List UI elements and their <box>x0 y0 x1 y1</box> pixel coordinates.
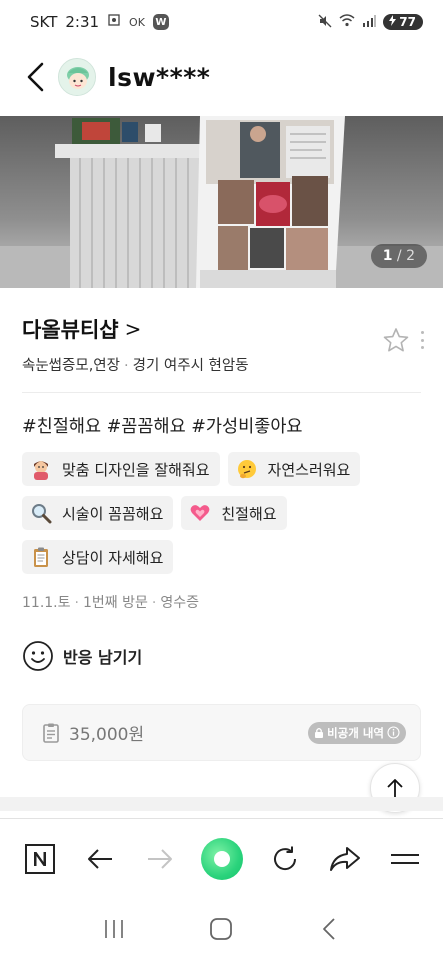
review-photo[interactable]: 1 / 2 <box>0 116 443 288</box>
keyword-label: 자연스러워요 <box>267 460 351 479</box>
current-page: 1 <box>382 248 393 264</box>
visit-separator: · <box>74 595 79 611</box>
visit-meta: 11.1.토 · 1번째 방문 · 영수증 <box>22 592 199 612</box>
ok-indicator: OK <box>129 15 145 29</box>
leave-reaction-button[interactable]: 반응 남기기 <box>22 640 142 672</box>
place-category: 속눈썹증모,연장 <box>22 358 120 374</box>
woman-haircut-emoji-icon <box>30 458 52 480</box>
private-badge[interactable]: 비공개 내역 <box>308 721 406 744</box>
total-pages: / 2 <box>396 248 415 264</box>
keyword-chip[interactable]: 상담이 자세해요 <box>22 540 174 574</box>
magnifier-emoji-icon <box>30 502 52 524</box>
keyword-chips: 맞춤 디자인을 잘해줘요 자연스러워요 시술이 꼼꼼해요 친절해요 상담이 자세… <box>22 452 422 574</box>
home-square-icon <box>210 918 233 940</box>
charging-icon <box>388 15 397 29</box>
keyword-chip[interactable]: 시술이 꼼꼼해요 <box>22 496 174 530</box>
photo-page-indicator: 1 / 2 <box>370 244 427 268</box>
signal-icon <box>362 14 377 30</box>
green-dot-icon <box>214 850 231 867</box>
place-link[interactable]: 다올뷰티샵 > <box>22 314 422 344</box>
reaction-label: 반응 남기기 <box>63 648 143 667</box>
recent-apps-button[interactable] <box>94 909 134 949</box>
lock-icon <box>315 728 324 738</box>
receipt-box: 35,000원 비공개 내역 <box>22 704 421 761</box>
carrier-label: SKT <box>30 13 58 31</box>
keyword-chip[interactable]: 친절해요 <box>181 496 287 530</box>
back-arrow-icon <box>27 62 44 92</box>
battery-indicator: 77 <box>383 14 423 30</box>
menu-button[interactable] <box>387 841 423 877</box>
place-info: 다올뷰티샵 > 속눈썹증모,연장 · 경기 여주시 현암동 <box>22 314 424 375</box>
clipboard-emoji-icon <box>30 546 52 568</box>
screen-capture-icon <box>107 13 121 31</box>
section-separator <box>0 797 443 811</box>
w-app-icon: W <box>152 14 169 30</box>
arrow-up-icon <box>387 779 403 797</box>
username[interactable]: lsw**** <box>108 63 210 92</box>
review-header: lsw**** <box>0 48 443 106</box>
place-location: 경기 여주시 현암동 <box>132 358 249 374</box>
android-navigation-bar <box>0 898 443 960</box>
browser-toolbar <box>0 818 443 898</box>
smiley-icon <box>23 641 53 671</box>
keyword-label: 맞춤 디자인을 잘해줘요 <box>62 460 210 479</box>
save-star-button[interactable] <box>382 326 410 354</box>
avatar[interactable] <box>58 58 96 96</box>
system-back-button[interactable] <box>309 909 349 949</box>
info-icon <box>387 726 400 739</box>
refresh-icon <box>274 846 297 870</box>
chevron-left-icon <box>323 918 335 940</box>
pink-heart-emoji-icon <box>189 502 211 524</box>
mute-icon <box>318 14 332 31</box>
keyword-chip[interactable]: 맞춤 디자인을 잘해줘요 <box>22 452 220 486</box>
place-name[interactable]: 다올뷰티샵 <box>22 314 119 344</box>
menu-icon <box>390 853 419 864</box>
thinking-face-emoji-icon <box>236 458 258 480</box>
browser-back-button[interactable] <box>82 841 118 877</box>
divider <box>22 392 421 393</box>
clock: 2:31 <box>65 13 100 31</box>
wifi-icon <box>339 14 355 30</box>
arrow-left-icon <box>87 848 112 869</box>
keyword-label: 상담이 자세해요 <box>62 548 164 567</box>
battery-level: 77 <box>399 15 416 29</box>
keyword-chip[interactable]: 자연스러워요 <box>227 452 361 486</box>
keyword-label: 시술이 꼼꼼해요 <box>62 504 164 523</box>
place-meta: 속눈썹증모,연장 · 경기 여주시 현암동 <box>22 354 422 375</box>
visit-separator: · <box>151 595 157 611</box>
review-hashtags: #친절해요 #꼼꼼해요 #가성비좋아요 <box>22 417 303 437</box>
private-label: 비공개 내역 <box>327 725 384 740</box>
status-bar: SKT 2:31 OK W 77 <box>0 0 443 44</box>
chevron-right-icon: > <box>124 317 142 341</box>
share-arrow-icon <box>330 846 361 871</box>
keyword-label: 친절해요 <box>221 504 277 523</box>
receipt-icon <box>43 723 59 743</box>
home-button[interactable] <box>201 909 241 949</box>
avatar-character-icon <box>59 59 95 95</box>
recent-apps-icon <box>105 920 123 938</box>
back-button[interactable] <box>22 59 48 95</box>
receipt-amount: 35,000원 <box>69 725 145 745</box>
arrow-right-icon <box>147 848 172 869</box>
star-icon <box>383 328 409 352</box>
visit-date: 11.1.토 <box>22 595 71 611</box>
browser-forward-button[interactable] <box>142 841 178 877</box>
green-dot-button[interactable] <box>201 837 244 880</box>
proof-type: 영수증 <box>160 595 199 611</box>
meta-separator: · <box>124 358 129 374</box>
refresh-button[interactable] <box>267 841 303 877</box>
naver-home-button[interactable] <box>22 841 58 877</box>
share-button[interactable] <box>327 841 363 877</box>
more-options-icon[interactable] <box>416 328 428 352</box>
naver-n-icon <box>25 843 55 874</box>
visit-count: 1번째 방문 <box>82 595 148 611</box>
